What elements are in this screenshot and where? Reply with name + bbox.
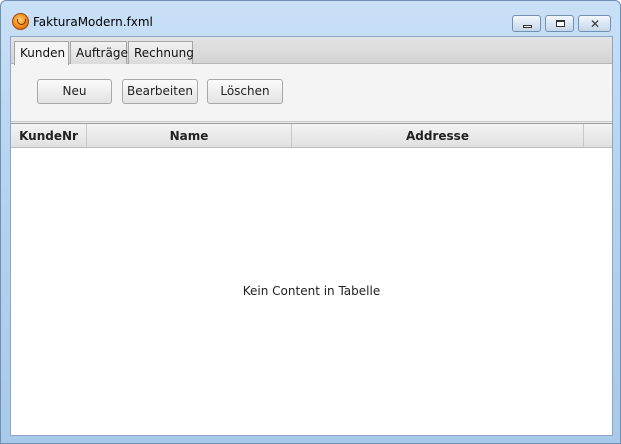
title-bar[interactable]: FakturaModern.fxml ✕ (1, 1, 620, 35)
edit-button[interactable]: Bearbeiten (122, 79, 198, 104)
tab-rechnung[interactable]: Rechnung (128, 41, 194, 64)
column-header-filler (584, 124, 612, 148)
maximize-button[interactable] (545, 15, 574, 32)
maximize-icon (556, 20, 565, 27)
application-window: FakturaModern.fxml ✕ Kunden Aufträge Rec… (0, 0, 621, 444)
delete-button[interactable]: Löschen (207, 79, 283, 104)
column-header-kundenr[interactable]: KundeNr (11, 124, 87, 148)
close-icon: ✕ (590, 17, 601, 31)
close-button[interactable]: ✕ (578, 15, 611, 32)
empty-table-placeholder: Kein Content in Tabelle (242, 284, 381, 298)
customer-table[interactable]: KundeNr Name Addresse Kein Content in Ta… (11, 123, 612, 435)
minimize-button[interactable] (512, 15, 541, 32)
column-header-name[interactable]: Name (87, 124, 292, 148)
window-title: FakturaModern.fxml (33, 15, 153, 29)
tab-bar: Kunden Aufträge Rechnung (11, 37, 612, 65)
app-icon (12, 13, 29, 30)
tab-kunden[interactable]: Kunden (14, 41, 69, 65)
button-toolbar: Neu Bearbeiten Löschen (11, 64, 612, 122)
new-button[interactable]: Neu (37, 79, 112, 104)
window-content: Kunden Aufträge Rechnung Neu Bearbeiten … (10, 36, 613, 436)
minimize-icon (523, 25, 532, 28)
column-header-addresse[interactable]: Addresse (292, 124, 584, 148)
tab-auftraege[interactable]: Aufträge (70, 41, 128, 64)
table-header: KundeNr Name Addresse (11, 124, 612, 148)
